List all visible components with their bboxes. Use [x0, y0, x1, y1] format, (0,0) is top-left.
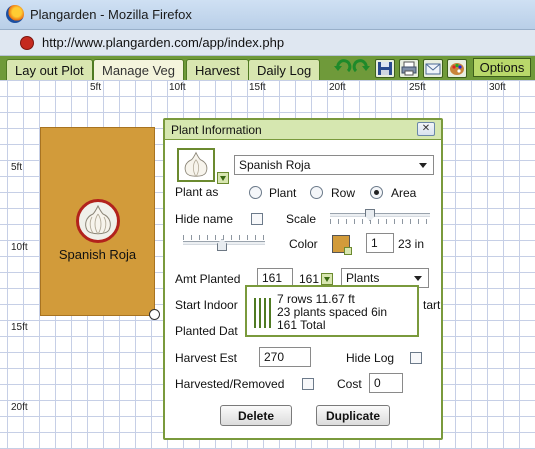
hide-name-label: Hide name [175, 212, 234, 226]
plot-plant-label: Spanish Roja [58, 247, 137, 262]
tab-lay-out-plot[interactable]: Lay out Plot [6, 59, 93, 80]
thumbnail-dropdown-arrow-icon[interactable] [217, 172, 229, 184]
window-title: Plangarden - Mozilla Firefox [30, 7, 192, 22]
slider-ticks [183, 235, 265, 240]
x-axis-label: 25ft [409, 82, 426, 93]
tab-harvest[interactable]: Harvest [186, 59, 249, 80]
harvested-removed-label: Harvested/Removed [175, 377, 285, 391]
radio-label-plant: Plant [269, 186, 297, 200]
y-axis-label: 20ft [11, 402, 28, 413]
x-axis-label: 20ft [329, 82, 346, 93]
amt-dropdown-value: 161 [299, 272, 320, 286]
x-axis-label: 10ft [169, 82, 186, 93]
dialog-titlebar[interactable]: Plant Information ✕ [165, 120, 441, 140]
cost-input[interactable]: 0 [369, 373, 403, 393]
y-axis-label: 10ft [11, 242, 28, 253]
y-axis-label: 15ft [11, 322, 28, 333]
harvest-est-label: Harvest Est [175, 351, 238, 365]
tooltip-line-total: 161 Total [277, 318, 326, 332]
redo-icon[interactable] [351, 59, 371, 78]
x-axis-label: 15ft [249, 82, 266, 93]
amt-dropdown-arrow-icon[interactable] [321, 273, 333, 285]
tab-manage-veg[interactable]: Manage Veg [93, 59, 185, 80]
start-label: tart [423, 298, 441, 312]
options-button[interactable]: Options [473, 58, 531, 77]
close-icon[interactable]: ✕ [417, 122, 435, 136]
palette-icon[interactable] [447, 59, 467, 78]
harvested-removed-checkbox[interactable] [302, 378, 314, 390]
size-slider[interactable] [183, 233, 267, 253]
site-favicon-icon [20, 36, 34, 50]
chevron-down-icon [414, 276, 422, 281]
cost-label: Cost [337, 377, 362, 391]
x-axis-label: 5ft [90, 82, 102, 93]
color-dropdown-arrow-icon[interactable] [344, 247, 352, 255]
plant-type-select[interactable]: Spanish Roja [234, 155, 434, 175]
slider-track [330, 213, 430, 217]
planted-date-label: Planted Dat [175, 324, 238, 338]
plant-as-radio-area[interactable] [370, 186, 383, 199]
plant-type-value: Spanish Roja [239, 158, 311, 172]
plant-as-label: Plant as [175, 185, 219, 199]
color-label: Color [289, 237, 318, 251]
email-icon[interactable] [423, 59, 443, 78]
harvest-est-input[interactable]: 270 [259, 347, 311, 367]
size-input[interactable]: 1 [366, 233, 394, 253]
slider-ticks [330, 219, 430, 224]
dialog-title: Plant Information [171, 123, 262, 137]
chevron-down-icon [419, 163, 427, 168]
scale-slider[interactable] [330, 207, 432, 227]
window-titlebar: Plangarden - Mozilla Firefox [0, 0, 535, 30]
firefox-icon [6, 5, 24, 23]
garlic-icon[interactable] [76, 199, 120, 243]
undo-icon[interactable] [333, 59, 353, 78]
planting-info-tooltip: 7 rows 11.67 ft 23 plants spaced 6in 161… [245, 285, 419, 337]
x-axis-label: 30ft [489, 82, 506, 93]
amt-unit-value: Plants [346, 271, 380, 285]
radio-label-area: Area [391, 186, 417, 200]
start-indoor-label: Start Indoor [175, 298, 238, 312]
plant-thumbnail[interactable] [177, 148, 215, 182]
plant-info-dialog: Plant Information ✕ Spanish Roja Plant a… [163, 118, 443, 440]
hide-log-checkbox[interactable] [410, 352, 422, 364]
radio-label-row: Row [331, 186, 356, 200]
tab-daily-log[interactable]: Daily Log [248, 59, 321, 80]
scale-label: Scale [286, 212, 317, 226]
duplicate-button[interactable]: Duplicate [316, 405, 390, 426]
address-bar[interactable]: http://www.plangarden.com/app/index.php [0, 30, 535, 56]
plant-as-radio-plant[interactable] [249, 186, 262, 199]
rows-icon [254, 298, 272, 328]
resize-handle[interactable] [149, 309, 160, 320]
app-tabbar: Lay out Plot Manage Veg Harvest Daily Lo… [0, 56, 535, 80]
save-icon[interactable] [375, 59, 395, 78]
hide-name-checkbox[interactable] [251, 213, 263, 225]
plant-as-radio-row[interactable] [310, 186, 323, 199]
hide-log-label: Hide Log [346, 351, 395, 365]
amt-planted-label: Amt Planted [175, 272, 241, 286]
url-text[interactable]: http://www.plangarden.com/app/index.php [42, 35, 284, 50]
delete-button[interactable]: Delete [220, 405, 292, 426]
garlic-icon [184, 151, 208, 177]
size-unit-label: 23 in [398, 237, 425, 251]
y-axis-label: 5ft [11, 162, 23, 173]
print-icon[interactable] [399, 59, 419, 78]
